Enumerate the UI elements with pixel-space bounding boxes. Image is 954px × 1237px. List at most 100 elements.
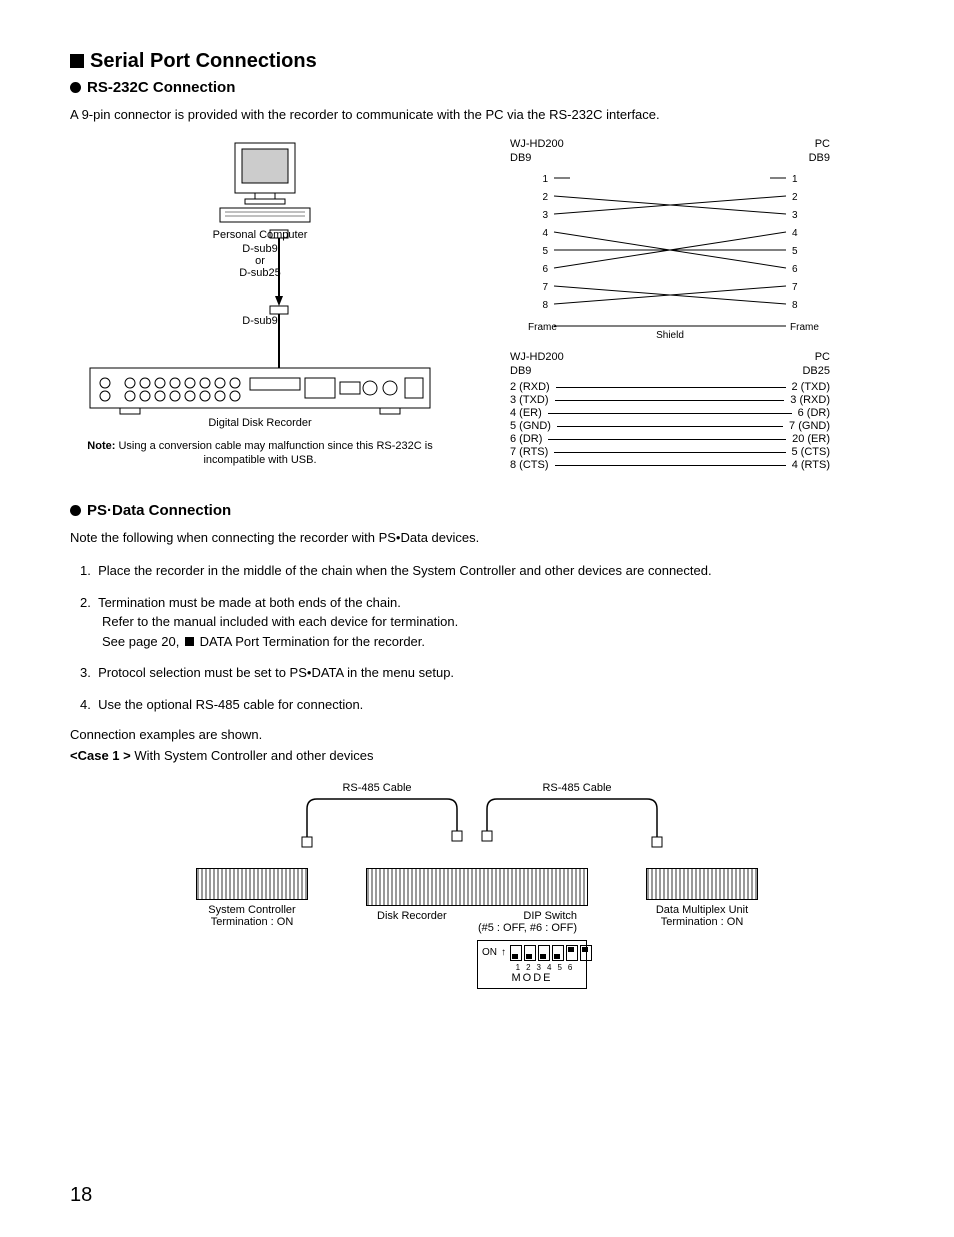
case1-line: <Case 1 > With System Controller and oth… bbox=[70, 747, 884, 765]
map-l-6: 8 (CTS) bbox=[510, 459, 549, 471]
dot-bullet-icon bbox=[70, 505, 81, 516]
top-right-head: PC bbox=[815, 138, 830, 150]
svg-text:2: 2 bbox=[542, 192, 548, 203]
up-arrow-icon: ↑ bbox=[501, 947, 506, 958]
case1-rest: With System Controller and other devices bbox=[131, 748, 374, 763]
list-item-4: 4. Use the optional RS-485 cable for con… bbox=[80, 695, 884, 715]
disk-recorder-icon bbox=[366, 868, 588, 906]
bot-left-head: WJ-HD200 bbox=[510, 351, 564, 363]
dot-bullet-icon bbox=[70, 82, 81, 93]
square-inline-icon bbox=[185, 637, 194, 646]
svg-text:4: 4 bbox=[542, 228, 548, 239]
sys-controller-label: System Controller bbox=[177, 904, 327, 916]
bot-right-sub: DB25 bbox=[802, 365, 830, 377]
map-r-2: 6 (DR) bbox=[798, 407, 830, 419]
map-r-4: 20 (ER) bbox=[792, 433, 830, 445]
disk-recorder-label: Disk Recorder bbox=[377, 910, 447, 922]
svg-text:3: 3 bbox=[542, 210, 548, 221]
db9-cross-diagram: 1 2 3 4 5 6 7 8 1 2 3 4 5 6 7 8 bbox=[510, 168, 830, 338]
top-left-head: WJ-HD200 bbox=[510, 138, 564, 150]
rs232c-title-text: RS-232C Connection bbox=[87, 79, 235, 96]
svg-text:5: 5 bbox=[792, 246, 798, 257]
svg-text:1: 1 bbox=[792, 174, 798, 185]
on-label: ON bbox=[482, 947, 497, 958]
dmu-term-label: Termination : ON bbox=[627, 916, 777, 928]
mode-label: MODE bbox=[482, 972, 582, 984]
map-l-0: 2 (RXD) bbox=[510, 381, 550, 393]
frame-left: Frame bbox=[528, 322, 557, 333]
top-right-sub: DB9 bbox=[809, 152, 830, 164]
map-r-5: 5 (CTS) bbox=[792, 446, 831, 458]
svg-text:3: 3 bbox=[792, 210, 798, 221]
system-controller-icon bbox=[196, 868, 308, 900]
psdata-intro: Note the following when connecting the r… bbox=[70, 529, 884, 547]
svg-text:6: 6 bbox=[792, 264, 798, 275]
dip-slot-6 bbox=[580, 945, 592, 961]
map-l-2: 4 (ER) bbox=[510, 407, 542, 419]
psdata-title-text: PS·Data Connection bbox=[87, 502, 231, 519]
dsub9-label-bottom: D-sub9 bbox=[242, 315, 277, 327]
chain-cables: RS-485 Cable RS-485 Cable bbox=[177, 779, 777, 859]
dip-slot-4 bbox=[552, 945, 564, 961]
sys-term-label: Termination : ON bbox=[177, 916, 327, 928]
shield-label: Shield bbox=[656, 330, 684, 338]
svg-text:7: 7 bbox=[792, 282, 798, 293]
rs232c-left-figure: Personal Computer D-sub9 or D-sub25 D-su… bbox=[70, 138, 450, 468]
map-r-6: 4 (RTS) bbox=[792, 459, 830, 471]
rs232c-intro: A 9-pin connector is provided with the r… bbox=[70, 106, 884, 124]
svg-text:1: 1 bbox=[542, 174, 548, 185]
top-left-sub: DB9 bbox=[510, 152, 531, 164]
map-l-3: 5 (GND) bbox=[510, 420, 551, 432]
system-controller-block: System Controller Termination : ON bbox=[177, 862, 327, 928]
map-l-1: 3 (TXD) bbox=[510, 394, 549, 406]
dsub9-label-top: D-sub9 bbox=[242, 243, 277, 255]
page-heading: Serial Port Connections bbox=[70, 50, 884, 73]
svg-text:8: 8 bbox=[792, 300, 798, 311]
list-item-1: 1. Place the recorder in the middle of t… bbox=[80, 561, 884, 581]
svg-text:6: 6 bbox=[542, 264, 548, 275]
data-multiplex-icon bbox=[646, 868, 758, 900]
rs232c-figure-row: Personal Computer D-sub9 or D-sub25 D-su… bbox=[70, 138, 884, 472]
pc-recorder-diagram bbox=[70, 138, 450, 438]
section-rs232c-title: RS-232C Connection bbox=[70, 79, 884, 96]
bot-left-sub: DB9 bbox=[510, 365, 531, 377]
svg-text:2: 2 bbox=[792, 192, 798, 203]
svg-text:RS-485 Cable: RS-485 Cable bbox=[542, 782, 611, 794]
dip-switch-box: ON ↑ 1 2 3 bbox=[477, 940, 587, 989]
dip-slot-2 bbox=[524, 945, 536, 961]
svg-text:8: 8 bbox=[542, 300, 548, 311]
dip-slot-1 bbox=[510, 945, 522, 961]
list-item-2: 2. Termination must be made at both ends… bbox=[80, 593, 884, 652]
examples-line: Connection examples are shown. bbox=[70, 726, 884, 744]
rs232c-pin-diagram: WJ-HD200 PC DB9 DB9 1 2 3 4 5 6 7 8 bbox=[510, 138, 830, 472]
heading-text: Serial Port Connections bbox=[90, 50, 317, 72]
map-l-5: 7 (RTS) bbox=[510, 446, 548, 458]
svg-text:7: 7 bbox=[542, 282, 548, 293]
case1-bold: <Case 1 > bbox=[70, 748, 131, 763]
map-r-3: 7 (GND) bbox=[789, 420, 830, 432]
disk-recorder-block: Disk Recorder DIP Switch (#5 : OFF, #6 :… bbox=[357, 862, 597, 995]
map-r-0: 2 (TXD) bbox=[792, 381, 831, 393]
dip-switch-label: DIP Switch bbox=[523, 910, 577, 922]
dip-slot-3 bbox=[538, 945, 550, 961]
data-multiplex-block: Data Multiplex Unit Termination : ON bbox=[627, 862, 777, 928]
note-text: Using a conversion cable may malfunction… bbox=[115, 440, 432, 466]
map-r-1: 3 (RXD) bbox=[790, 394, 830, 406]
dip-state-label: (#5 : OFF, #6 : OFF) bbox=[357, 922, 597, 934]
dmu-label: Data Multiplex Unit bbox=[627, 904, 777, 916]
dip-slot-5 bbox=[566, 945, 578, 961]
psdata-chain-diagram: RS-485 Cable RS-485 Cable System Control… bbox=[177, 779, 777, 995]
svg-text:5: 5 bbox=[542, 246, 548, 257]
page-number: 18 bbox=[70, 1184, 92, 1207]
rs232c-note: Note: Using a conversion cable may malfu… bbox=[70, 439, 450, 468]
psdata-list: 1. Place the recorder in the middle of t… bbox=[80, 561, 884, 714]
list-item-3: 3. Protocol selection must be set to PS•… bbox=[80, 663, 884, 683]
bot-right-head: PC bbox=[815, 351, 830, 363]
svg-text:RS-485 Cable: RS-485 Cable bbox=[342, 782, 411, 794]
note-bold: Note: bbox=[87, 440, 115, 452]
square-bullet-icon bbox=[70, 54, 84, 68]
svg-text:4: 4 bbox=[792, 228, 798, 239]
frame-right: Frame bbox=[790, 322, 819, 333]
map-l-4: 6 (DR) bbox=[510, 433, 542, 445]
section-psdata-title: PS·Data Connection bbox=[70, 502, 884, 519]
